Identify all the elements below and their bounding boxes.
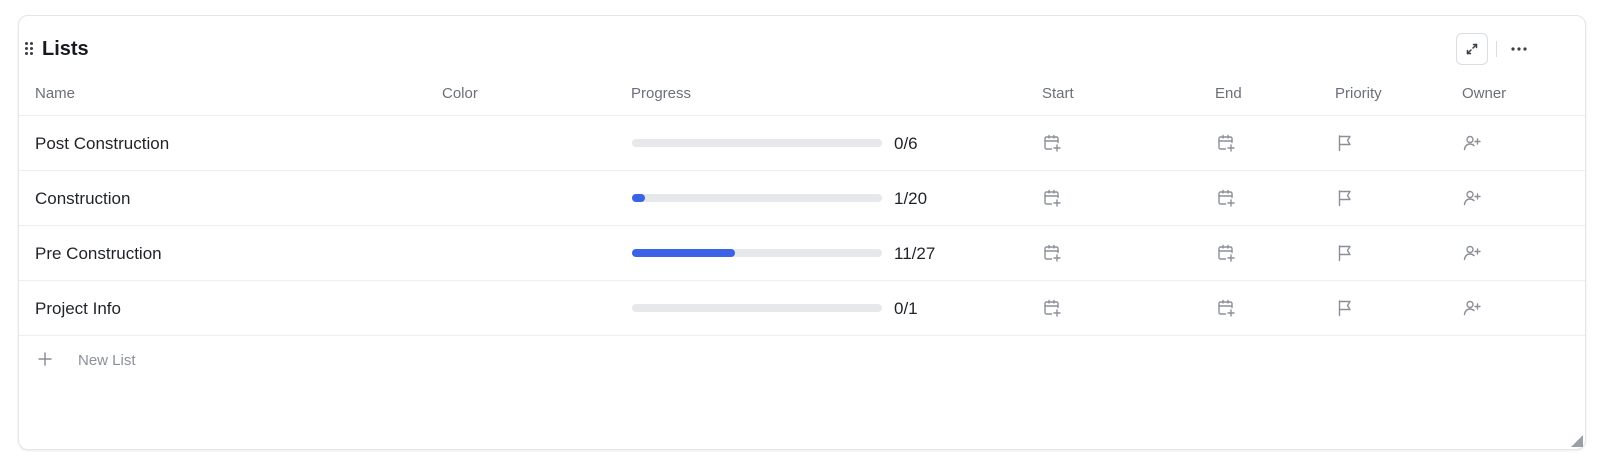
column-header-start[interactable]: Start [1042, 85, 1074, 102]
more-options-button[interactable] [1503, 33, 1535, 65]
calendar-plus-icon[interactable] [1216, 188, 1236, 208]
flag-icon[interactable] [1335, 133, 1355, 153]
expand-button[interactable] [1456, 33, 1488, 65]
flag-icon[interactable] [1335, 243, 1355, 263]
list-name: Post Construction [35, 134, 170, 153]
new-list-button[interactable]: New List [19, 335, 1585, 385]
flag-icon[interactable] [1335, 188, 1355, 208]
expand-icon [1466, 43, 1478, 55]
user-plus-icon[interactable] [1462, 188, 1482, 208]
calendar-plus-icon[interactable] [1042, 298, 1062, 318]
table-row[interactable]: Pre Construction 11/27 [19, 225, 1585, 280]
progress-count: 0/1 [894, 299, 918, 318]
calendar-plus-icon[interactable] [1042, 243, 1062, 263]
progress-bar [632, 249, 882, 257]
calendar-plus-icon[interactable] [1216, 133, 1236, 153]
user-plus-icon[interactable] [1462, 298, 1482, 318]
flag-icon[interactable] [1335, 298, 1355, 318]
calendar-plus-icon[interactable] [1042, 133, 1062, 153]
progress-bar [632, 139, 882, 147]
column-header-name[interactable]: Name [35, 85, 75, 102]
column-header-owner[interactable]: Owner [1462, 85, 1506, 102]
table-row[interactable]: Project Info 0/1 [19, 280, 1585, 335]
progress-count: 11/27 [894, 244, 936, 263]
calendar-plus-icon[interactable] [1042, 188, 1062, 208]
table-row[interactable]: Construction 1/20 [19, 170, 1585, 225]
progress-count: 1/20 [894, 189, 928, 208]
list-name: Construction [35, 189, 131, 208]
progress-count: 0/6 [894, 134, 918, 153]
column-header-progress[interactable]: Progress [631, 85, 691, 102]
progress-bar [632, 304, 882, 312]
column-header-end[interactable]: End [1215, 85, 1242, 102]
column-header-color[interactable]: Color [442, 85, 478, 102]
plus-icon [38, 352, 52, 366]
widget-title: Lists [42, 38, 89, 60]
list-name: Pre Construction [35, 244, 162, 263]
user-plus-icon[interactable] [1462, 133, 1482, 153]
new-list-label: New List [78, 352, 136, 369]
lists-widget: Lists Name Color Progress Start End Prio… [18, 15, 1586, 450]
progress-bar [632, 194, 882, 202]
table-row[interactable]: Post Construction 0/6 [19, 115, 1585, 170]
drag-handle-icon[interactable] [25, 42, 35, 56]
progress-bar-fill [632, 249, 735, 257]
column-header-priority[interactable]: Priority [1335, 85, 1382, 102]
user-plus-icon[interactable] [1462, 243, 1482, 263]
calendar-plus-icon[interactable] [1216, 298, 1236, 318]
progress-bar-fill [632, 194, 645, 202]
header-divider [1496, 41, 1497, 57]
list-name: Project Info [35, 299, 121, 318]
resize-handle-icon[interactable] [1571, 435, 1583, 447]
calendar-plus-icon[interactable] [1216, 243, 1236, 263]
widget-header: Lists [19, 16, 1585, 80]
more-horizontal-icon [1511, 47, 1527, 51]
